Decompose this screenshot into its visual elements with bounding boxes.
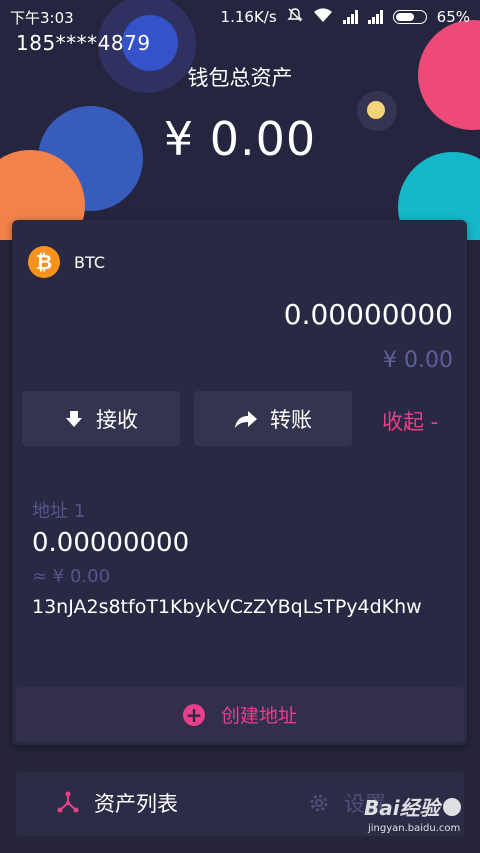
plus-circle-icon: + — [182, 703, 205, 726]
transfer-label: 转账 — [270, 407, 312, 432]
address-fiat-value: ≈ ¥ 0.00 — [32, 566, 111, 587]
battery-percent: 65% — [436, 8, 470, 26]
share-arrow-icon — [234, 409, 258, 429]
coin-header[interactable]: ₿ BTC — [28, 246, 105, 278]
signal-icon — [342, 10, 358, 24]
status-bar: 下午3:03 1.16K/s 65% — [0, 0, 480, 34]
transfer-button[interactable]: 转账 — [194, 391, 352, 446]
coin-card: ₿ BTC 0.00000000 ¥ 0.00 接收 转账 收起 - 地址 1 … — [12, 220, 467, 745]
nav-asset-list[interactable]: 资产列表 — [56, 788, 178, 818]
coin-fiat-value: ¥ 0.00 — [383, 348, 453, 373]
status-time: 下午3:03 — [10, 8, 74, 27]
battery-icon — [392, 10, 427, 24]
receive-label: 接收 — [96, 407, 138, 432]
baidu-watermark: Bai经验 jingyan.baidu.com — [364, 792, 474, 834]
create-address-label: 创建地址 — [220, 705, 297, 727]
paw-icon — [442, 797, 461, 816]
network-speed: 1.16K/s — [220, 8, 277, 26]
page-title: 钱包总资产 — [187, 66, 293, 90]
address-label: 地址 1 — [32, 501, 86, 522]
create-address-button[interactable]: + 创建地址 — [16, 687, 464, 742]
watermark-text: Bai经验 — [364, 796, 440, 820]
signal-icon — [367, 10, 383, 24]
coin-balance: 0.00000000 — [283, 298, 453, 331]
watermark-sub: jingyan.baidu.com — [368, 823, 461, 834]
total-amount: ¥ 0.00 — [163, 112, 317, 166]
wallet-address[interactable]: 13nJA2s8tfoT1KbykVCzZYBqLsTPy4dKhw — [32, 594, 452, 620]
coin-name: BTC — [74, 252, 105, 272]
gear-icon — [308, 792, 330, 814]
nav-asset-label: 资产列表 — [94, 792, 178, 816]
download-icon — [64, 409, 84, 429]
bitcoin-icon: ₿ — [28, 246, 60, 278]
wifi-icon — [313, 7, 333, 27]
mute-icon — [286, 7, 303, 27]
receive-button[interactable]: 接收 — [22, 391, 180, 446]
header-banner: 下午3:03 1.16K/s 65% 185****4879 钱包总资产 ¥ 0… — [0, 0, 480, 240]
collapse-button[interactable]: 收起 - — [382, 406, 438, 436]
address-balance: 0.00000000 — [32, 528, 190, 558]
asset-network-icon — [56, 791, 80, 815]
account-number: 185****4879 — [16, 31, 151, 55]
